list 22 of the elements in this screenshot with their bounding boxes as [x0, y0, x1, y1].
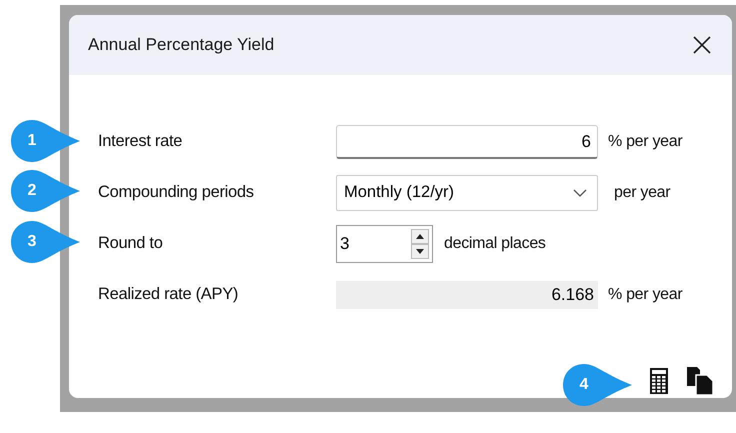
- calculator-icon[interactable]: [649, 367, 669, 395]
- copy-icon[interactable]: [686, 366, 714, 396]
- field-label: Interest rate: [98, 132, 184, 151]
- spinner-arrows-icon[interactable]: [411, 228, 429, 258]
- window-title: Annual Percentage Yield: [88, 35, 274, 55]
- chevron-down-icon[interactable]: [573, 188, 587, 196]
- callout-badge: 4: [562, 363, 634, 407]
- compounding-dropdown[interactable]: Monthly (12/yr): [336, 174, 598, 210]
- interest-rate-field[interactable]: 6: [336, 124, 598, 158]
- field-label: Realized rate (APY): [98, 285, 240, 304]
- close-icon[interactable]: [692, 35, 712, 55]
- unit-label: % per year: [608, 132, 682, 150]
- unit-label: % per year: [608, 286, 682, 304]
- round-to-field[interactable]: 3: [340, 234, 350, 254]
- result-field: 6.168: [336, 280, 598, 308]
- callout-badge: 1: [10, 119, 82, 163]
- unit-label: decimal places: [444, 234, 546, 252]
- callout-badge: 2: [10, 169, 82, 213]
- callout-badge: 3: [10, 220, 82, 264]
- field-label: Round to: [98, 234, 164, 253]
- field-label: Compounding periods: [98, 183, 255, 202]
- unit-label: per year: [614, 184, 670, 202]
